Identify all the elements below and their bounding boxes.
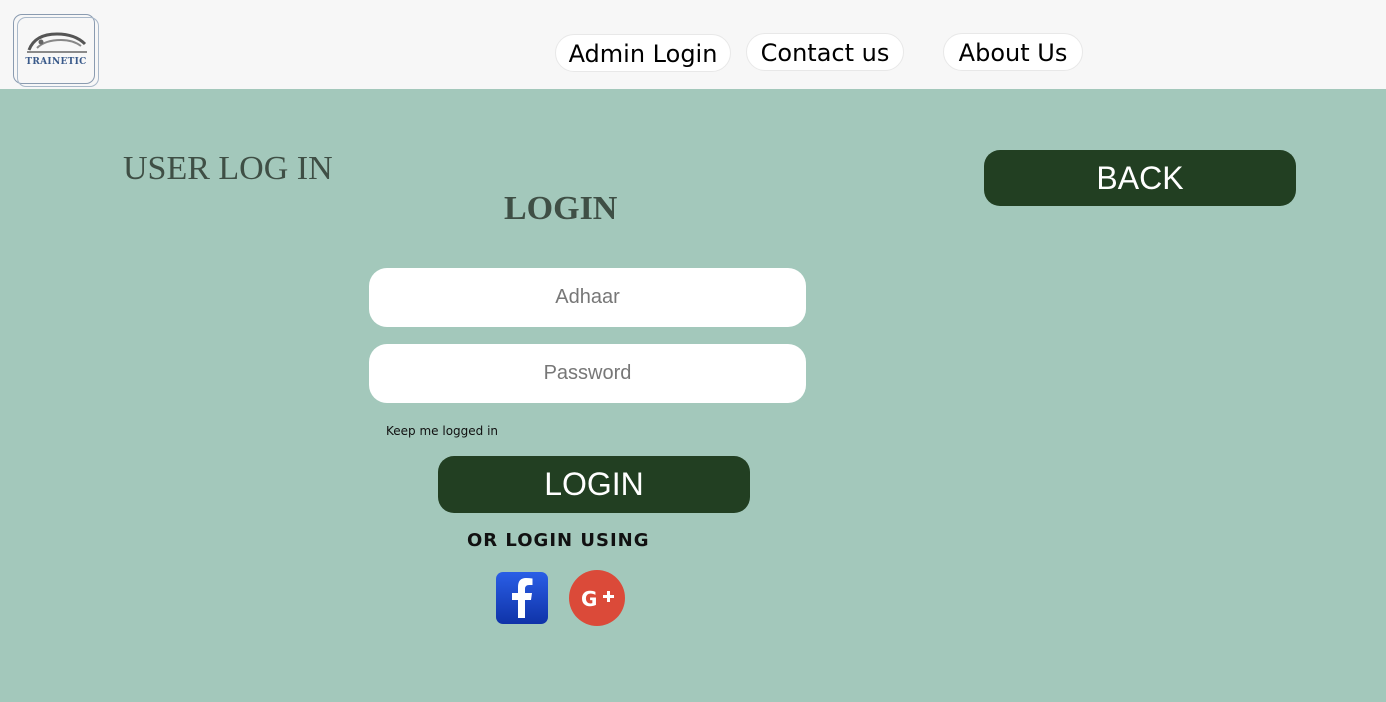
or-login-using-label: OR LOGIN USING: [467, 530, 650, 551]
train-logo-icon: [27, 32, 87, 53]
svg-text:G: G: [581, 587, 597, 611]
page-title: USER LOG IN: [123, 150, 333, 187]
header-bar: TRAINETIC Admin Login Contact us About U…: [0, 0, 1386, 89]
adhaar-input[interactable]: [369, 268, 806, 327]
back-button[interactable]: BACK: [984, 150, 1296, 206]
trainetic-logo[interactable]: TRAINETIC: [13, 14, 99, 87]
password-input[interactable]: [369, 344, 806, 403]
nav-admin-login[interactable]: Admin Login: [555, 34, 731, 72]
google-plus-icon[interactable]: G: [569, 570, 625, 626]
nav-contact-us[interactable]: Contact us: [746, 33, 904, 71]
login-button[interactable]: LOGIN: [438, 456, 750, 513]
keep-logged-in-label[interactable]: Keep me logged in: [386, 424, 498, 438]
nav-about-us[interactable]: About Us: [943, 33, 1083, 71]
facebook-icon[interactable]: [496, 572, 548, 624]
login-form-title: LOGIN: [504, 190, 618, 227]
logo-text: TRAINETIC: [25, 57, 87, 67]
